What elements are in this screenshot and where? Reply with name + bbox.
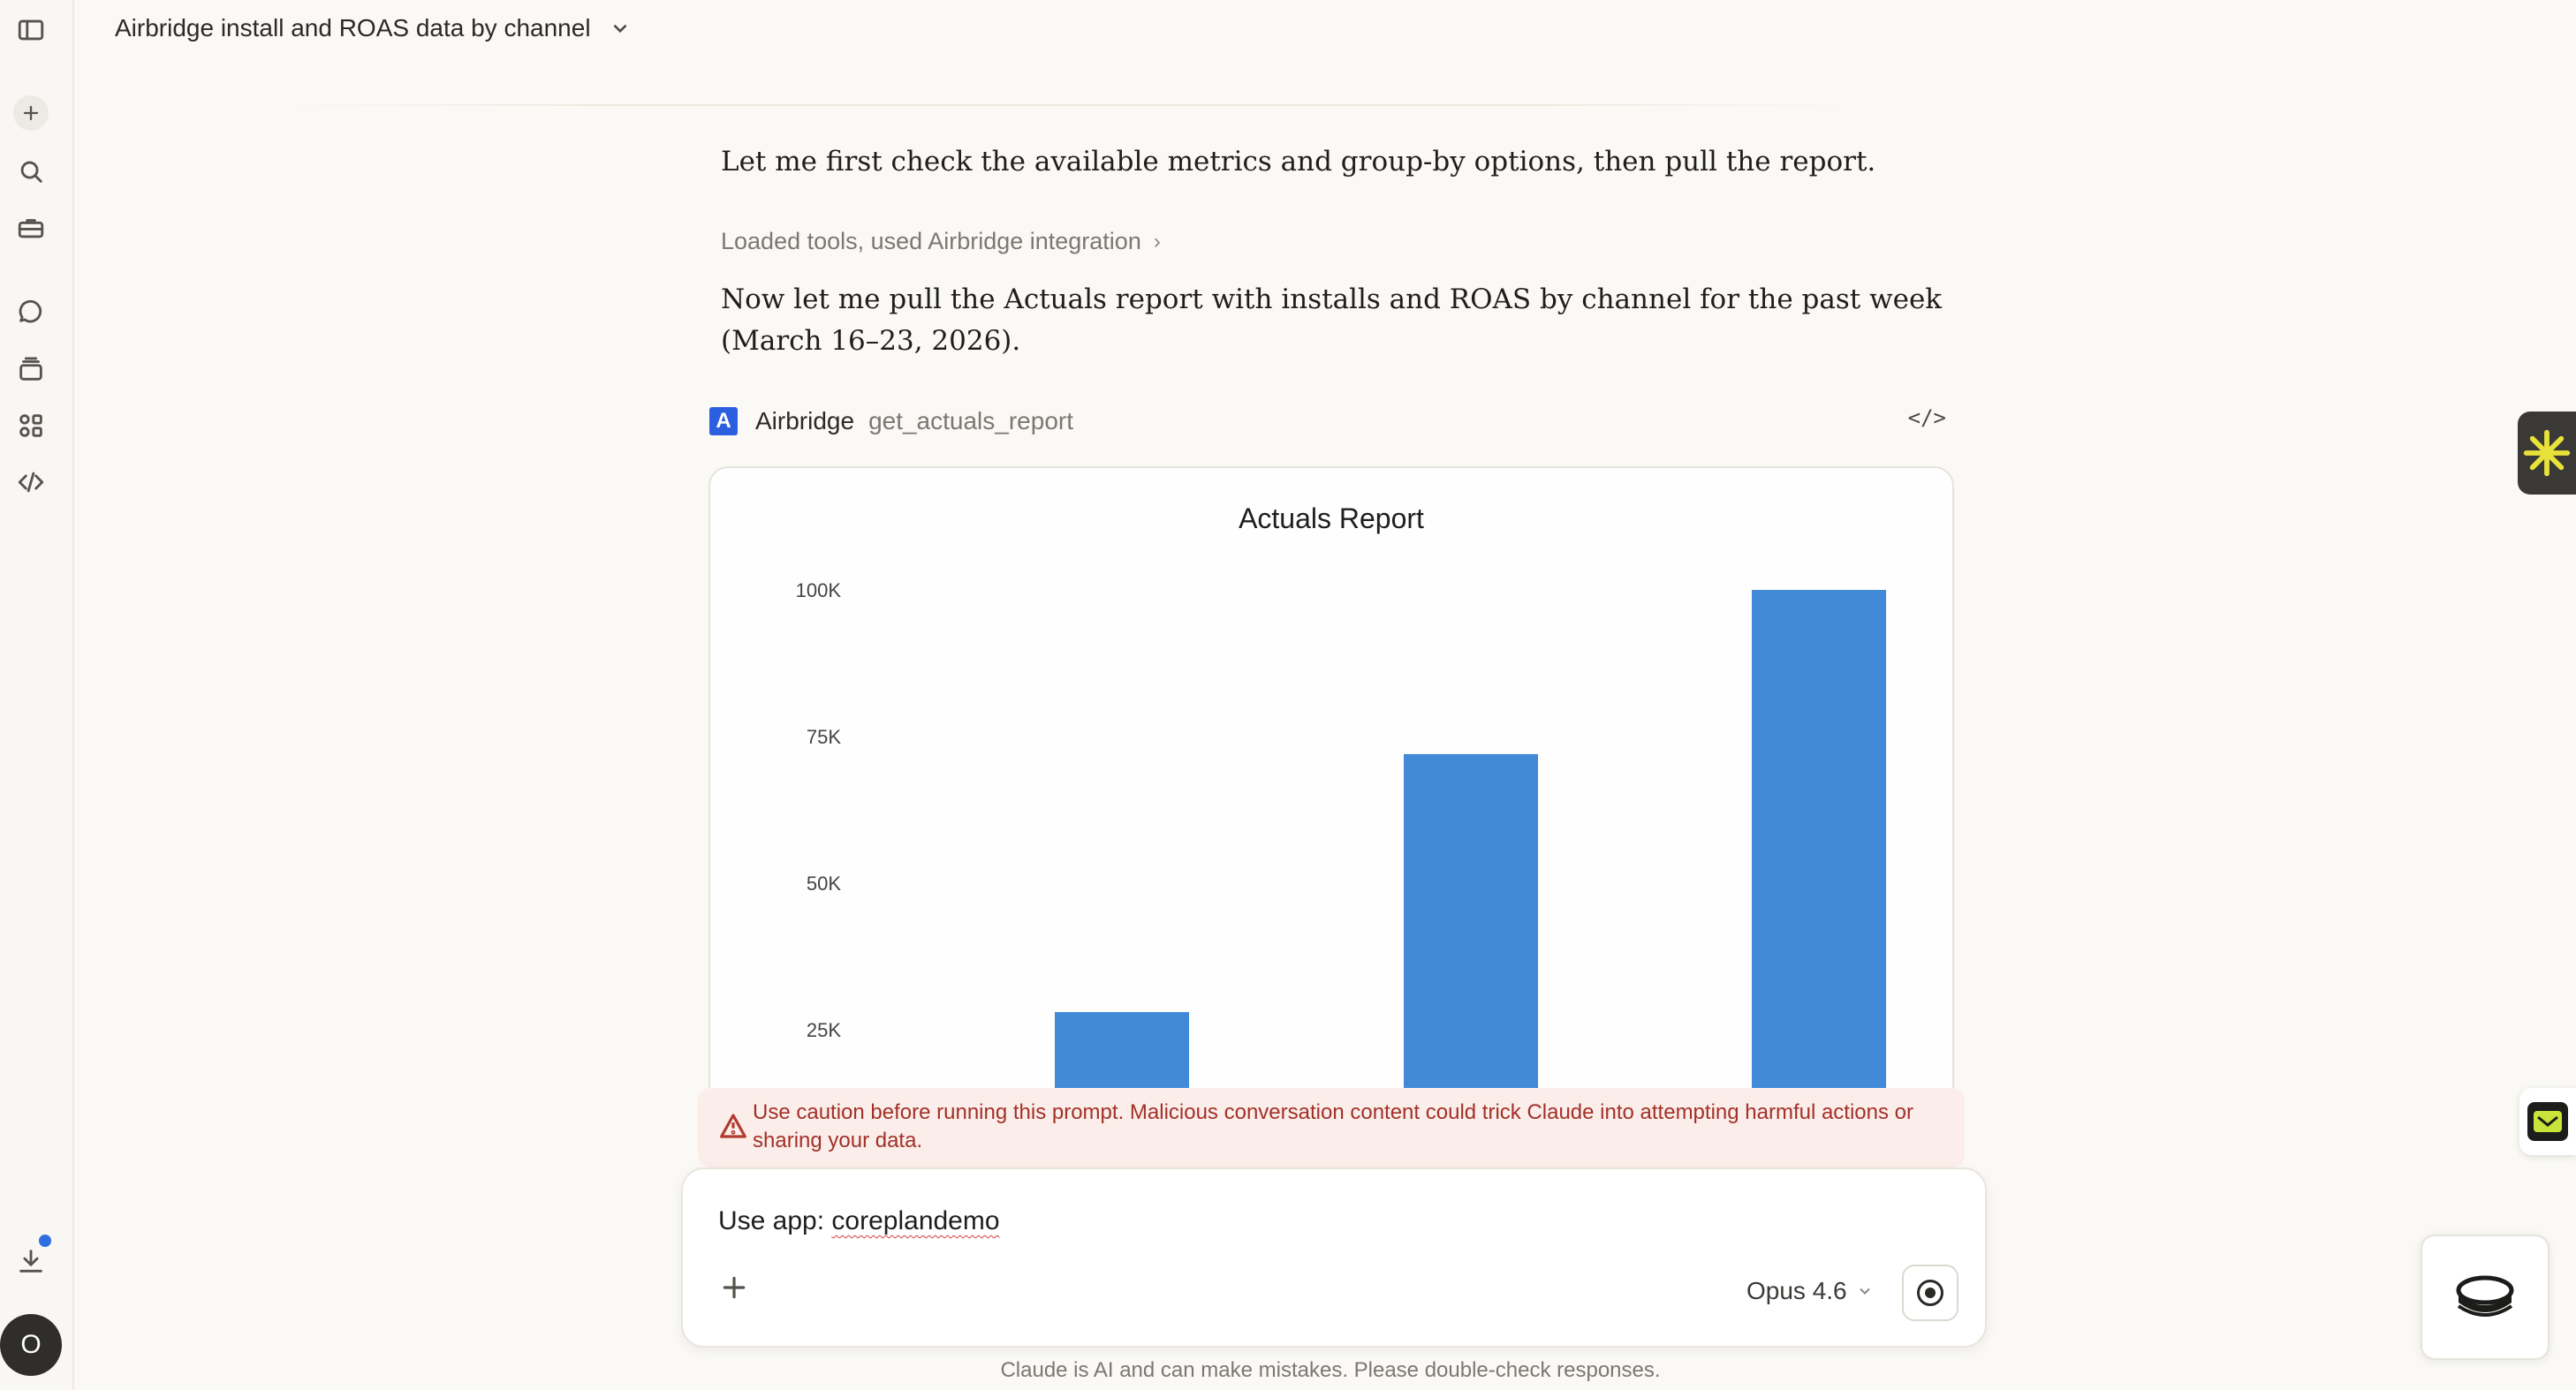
code-toggle-button[interactable]: </> bbox=[1908, 405, 1946, 430]
sidebar-toggle-icon[interactable] bbox=[13, 12, 49, 48]
avatar[interactable]: O bbox=[0, 1314, 62, 1376]
caution-banner: Use caution before running this prompt. … bbox=[698, 1088, 1965, 1167]
message-input[interactable]: Use app: coreplandemo bbox=[718, 1206, 1000, 1236]
notification-dot bbox=[39, 1235, 51, 1247]
avatar-initial: O bbox=[20, 1330, 42, 1359]
header-divider bbox=[292, 104, 1846, 106]
model-name: Opus 4.6 bbox=[1746, 1277, 1847, 1304]
stack-logo-icon bbox=[2456, 1275, 2514, 1317]
disclaimer: Claude is AI and can make mistakes. Plea… bbox=[1000, 1358, 1661, 1382]
new-chat-icon[interactable] bbox=[13, 95, 49, 131]
chart-bar bbox=[1752, 590, 1886, 1104]
assistant-message-line: Now let me pull the Actuals report with … bbox=[721, 283, 1943, 315]
tool-function-name: get_actuals_report bbox=[868, 407, 1073, 434]
code-icon[interactable] bbox=[13, 465, 49, 500]
search-icon[interactable] bbox=[13, 154, 49, 189]
extension-logo-icon bbox=[2527, 1102, 2568, 1141]
toolbox-icon[interactable] bbox=[13, 210, 49, 246]
y-tick-label: 25K bbox=[807, 1019, 841, 1041]
voice-mode-button[interactable] bbox=[1902, 1265, 1959, 1321]
assistant-message-second: Now let me pull the Actuals report with … bbox=[721, 279, 1942, 362]
chevron-right-icon: › bbox=[1153, 229, 1161, 253]
tool-provider-name: Airbridge bbox=[755, 407, 855, 434]
y-tick-label: 100K bbox=[796, 579, 842, 601]
airbridge-logo-icon: A bbox=[709, 407, 738, 435]
assistant-message-first: Let me first check the available metrics… bbox=[721, 146, 1876, 178]
conversation-title[interactable]: Airbridge install and ROAS data by chann… bbox=[115, 14, 632, 42]
chart-card: Actuals Report 100K 75K 50K 25K bbox=[708, 466, 1954, 1106]
conversation-title-text: Airbridge install and ROAS data by chann… bbox=[115, 14, 591, 42]
chevron-down-icon bbox=[613, 24, 626, 34]
projects-icon[interactable] bbox=[13, 351, 49, 387]
chart-bar bbox=[1404, 753, 1538, 1104]
download-icon[interactable] bbox=[13, 1243, 49, 1279]
caution-text: Use caution before running this prompt. … bbox=[753, 1100, 1914, 1152]
assistant-message-line: (March 16–23, 2026). bbox=[721, 325, 1021, 357]
tools-summary[interactable]: Loaded tools, used Airbridge integration… bbox=[721, 228, 1161, 255]
record-icon bbox=[1917, 1280, 1943, 1306]
side-extension-tab[interactable] bbox=[2519, 1088, 2576, 1155]
chevron-down-icon bbox=[1859, 1288, 1870, 1295]
plus-icon bbox=[723, 1276, 746, 1299]
composer: Use app: coreplandemo Opus 4.6 bbox=[681, 1167, 1987, 1348]
floating-widget-button[interactable] bbox=[2421, 1235, 2549, 1360]
y-tick-label: 50K bbox=[807, 873, 841, 895]
chart-title: Actuals Report bbox=[1239, 502, 1424, 534]
tool-call-header: A Airbridge get_actuals_report </> bbox=[709, 402, 1946, 441]
input-app-name: coreplandemo bbox=[831, 1206, 1000, 1235]
bar-chart: Actuals Report 100K 75K 50K 25K bbox=[796, 502, 1886, 1104]
claude-extension-tab[interactable] bbox=[2518, 412, 2576, 495]
chats-icon[interactable] bbox=[13, 293, 49, 329]
claude-spark-icon bbox=[2523, 429, 2571, 477]
input-prefix: Use app: bbox=[718, 1206, 832, 1235]
tools-summary-text: Loaded tools, used Airbridge integration bbox=[721, 228, 1141, 254]
sidebar: O bbox=[0, 0, 74, 1390]
warning-icon bbox=[719, 1113, 747, 1139]
artifacts-icon[interactable] bbox=[13, 408, 49, 443]
y-tick-label: 75K bbox=[807, 726, 841, 748]
attach-button[interactable] bbox=[720, 1273, 755, 1309]
model-selector[interactable]: Opus 4.6 bbox=[1746, 1277, 1874, 1305]
